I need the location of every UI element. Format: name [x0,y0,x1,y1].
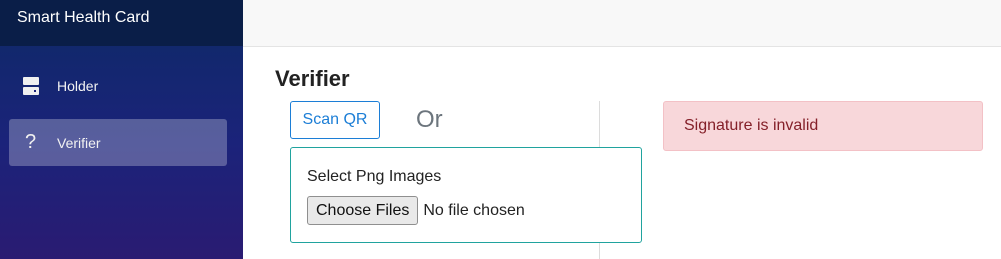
sidebar-item-label: Verifier [57,134,101,151]
question-icon: ? [25,131,37,153]
top-bar [243,0,1001,47]
sidebar-item-verifier[interactable]: ? Verifier [9,119,227,166]
sidebar-item-holder[interactable]: Holder [9,62,227,109]
page-title: Verifier [275,66,350,91]
file-status-text: No file chosen [423,201,525,219]
upload-label: Select Png Images [307,168,442,185]
image-upload-panel: Select Png Images Choose Files No file c… [290,147,642,243]
or-separator-text: Or [416,106,443,133]
scan-qr-button[interactable]: Scan QR [290,101,380,139]
sidebar-item-label: Holder [57,77,99,94]
choose-files-button[interactable]: Choose Files [307,196,419,225]
error-alert: Signature is invalid [663,101,983,151]
file-input: Choose Files No file chosen [307,196,525,225]
app-title: Smart Health Card [0,0,243,46]
server-icon [23,76,49,95]
sidebar-nav: Holder ? Verifier [0,46,243,166]
sidebar: Smart Health Card Holder ? Verifier [0,0,243,259]
